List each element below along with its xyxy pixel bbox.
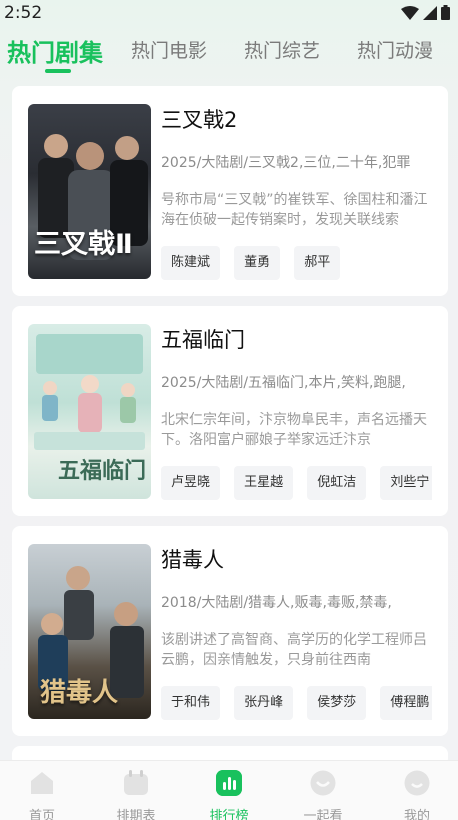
actor-list: 于和伟 张丹峰 侯梦莎 傅程鹏 xyxy=(161,686,432,720)
actor-chip[interactable]: 于和伟 xyxy=(161,686,221,720)
drama-tags: 2025/大陆剧/五福临门,本片,笑料,跑腿, xyxy=(161,375,406,391)
tab-hot-drama[interactable]: 热门剧集 xyxy=(7,33,103,68)
tab-hot-variety[interactable]: 热门综艺 xyxy=(244,36,320,63)
drama-card[interactable]: 五福临门 五福临门 2025/大陆剧/五福临门,本片,笑料,跑腿, 北宋仁宗年间… xyxy=(12,306,448,516)
signal-icon xyxy=(423,5,437,20)
drama-tags: 2018/大陆剧/猎毒人,贩毒,毒贩,禁毒, xyxy=(161,595,392,611)
actor-chip[interactable]: 王星越 xyxy=(234,466,294,500)
nav-ranking[interactable]: 排行榜 xyxy=(183,761,275,820)
tab-hot-anime[interactable]: 热门动漫 xyxy=(357,36,433,63)
actor-chip[interactable]: 郝平 xyxy=(294,246,341,280)
nav-ranking-label: 排行榜 xyxy=(209,809,249,820)
drama-card[interactable]: 三叉戟Ⅱ 三叉戟2 2025/大陆剧/三叉戟2,三位,二十年,犯罪 号称市局“三… xyxy=(12,86,448,296)
actor-chip[interactable]: 董勇 xyxy=(234,246,281,280)
nav-home[interactable]: 首页 xyxy=(0,761,88,820)
actor-chip[interactable]: 卢昱晓 xyxy=(161,466,221,500)
calendar-icon xyxy=(124,770,148,795)
drama-title[interactable]: 三叉戟2 xyxy=(161,104,237,134)
actor-list: 卢昱晓 王星越 倪虹洁 刘些宁 xyxy=(161,466,432,500)
status-icons xyxy=(401,5,450,20)
actor-chip[interactable]: 陈建斌 xyxy=(161,246,221,280)
drama-poster[interactable]: 三叉戟Ⅱ xyxy=(28,104,151,279)
home-icon xyxy=(31,772,53,794)
drama-card[interactable]: 猎毒人 猎毒人 2018/大陆剧/猎毒人,贩毒,毒贩,禁毒, 该剧讲述了高智商、… xyxy=(12,526,448,736)
drama-poster[interactable]: 五福临门 xyxy=(28,324,151,499)
drama-tags: 2025/大陆剧/三叉戟2,三位,二十年,犯罪 xyxy=(161,155,411,171)
nav-schedule-label: 排期表 xyxy=(116,809,156,820)
poster-title-text: 猎毒人 xyxy=(40,678,119,708)
nav-home-label: 首页 xyxy=(28,809,55,820)
tab-hot-movie[interactable]: 热门电影 xyxy=(131,36,207,63)
actor-chip[interactable]: 张丹峰 xyxy=(234,686,294,720)
status-bar: 2:52 xyxy=(0,0,458,28)
drama-title[interactable]: 猎毒人 xyxy=(161,544,224,574)
status-time: 2:52 xyxy=(4,3,43,23)
drama-poster[interactable]: 猎毒人 xyxy=(28,544,151,719)
drama-description: 号称市局“三叉戟”的崔铁军、徐国柱和潘江海在侦破一起传销案时，发现关联线索 xyxy=(161,192,428,228)
drama-description: 该剧讲述了高智商、高学历的化学工程师吕云鹏，因亲情触发，只身前往西南 xyxy=(161,632,427,668)
actor-chip[interactable]: 刘些宁 xyxy=(380,466,432,500)
watch-together-icon xyxy=(310,770,336,796)
actor-chip[interactable]: 傅程鹏 xyxy=(380,686,432,720)
active-tab-indicator xyxy=(45,69,71,73)
actor-list: 陈建斌 董勇 郝平 xyxy=(161,246,432,280)
nav-schedule[interactable]: 排期表 xyxy=(90,761,182,820)
battery-icon xyxy=(441,5,450,20)
actor-chip[interactable]: 侯梦莎 xyxy=(307,686,367,720)
bottom-navigation: 首页 排期表 排行榜 一起看 我的 xyxy=(0,760,458,820)
nav-profile-label: 我的 xyxy=(403,809,430,820)
nav-watch-together-label: 一起看 xyxy=(303,809,343,820)
profile-icon xyxy=(404,770,430,796)
nav-watch-together[interactable]: 一起看 xyxy=(277,761,369,820)
drama-title[interactable]: 五福临门 xyxy=(161,324,245,354)
poster-title-text: 三叉戟Ⅱ xyxy=(34,229,133,260)
category-tabs: 热门剧集 热门电影 热门综艺 热门动漫 xyxy=(0,36,458,76)
drama-description: 北宋仁宗年间，汴京物阜民丰，声名远播天下。洛阳富户郦娘子举家远迁汴京 xyxy=(161,412,427,448)
ranking-icon xyxy=(216,770,242,796)
nav-profile[interactable]: 我的 xyxy=(371,761,458,820)
wifi-icon xyxy=(401,5,419,20)
poster-title-text: 五福临门 xyxy=(58,459,147,484)
actor-chip[interactable]: 倪虹洁 xyxy=(307,466,367,500)
